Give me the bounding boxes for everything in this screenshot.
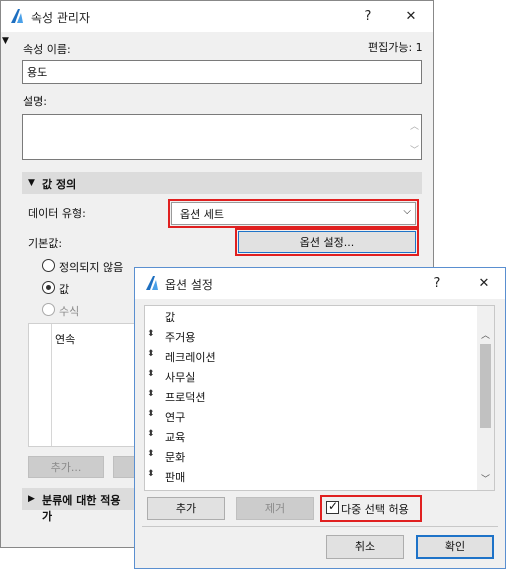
archicad-icon [9,8,25,24]
default-value-list[interactable]: 연속 [28,323,138,447]
item-label: 연구 [165,411,186,424]
list-item[interactable]: 연속 [55,331,75,347]
item-label: 문화 [165,451,186,464]
column-header: 값 [165,311,176,324]
default-value-label: 기본값: [28,237,63,250]
value-definition-section[interactable]: ▼ 값 정의 [22,172,422,194]
add-button[interactable]: 추가... [28,456,104,478]
drag-handle-icon[interactable]: ⬍ [147,349,155,359]
description-scrollbar[interactable]: ︿ ﹀ [407,115,421,159]
classification-section[interactable]: ▶ 분류에 대한 적용 가 [22,488,134,523]
options-list[interactable]: 값 ⬍ 주거용 ⬍ 레크레이션 ⬍ 사무실 ⬍ 프로덕션 ⬍ 연구 ⬍ 교육 ⬍… [144,305,495,491]
description-input[interactable]: ︿ ﹀ [22,114,422,160]
drag-handle-icon[interactable]: ⬍ [147,409,155,419]
close-button[interactable]: ✕ [472,274,496,294]
divider [142,526,498,527]
collapse-arrow-icon[interactable]: ▼ [2,36,9,46]
section-title: 값 정의 [42,178,77,191]
name-label: 속성 이름: [23,43,71,56]
expand-triangle-icon: ▶ [28,494,35,504]
name-input[interactable]: 용도 [22,60,422,84]
drag-handle-icon[interactable]: ⬍ [147,329,155,339]
collapse-triangle-icon: ▼ [28,178,35,188]
list-scrollbar[interactable]: ︿ ﹀ [477,306,494,490]
item-label: 판매 [165,471,186,484]
list-item[interactable]: ⬍ 교육 [145,426,478,446]
radio-undefined-label: 정의되지 않음 [59,261,124,274]
drag-handle-icon[interactable]: ⬍ [147,369,155,379]
radio-value-label: 값 [59,283,70,296]
help-button[interactable]: ? [425,274,449,294]
radio-undefined[interactable] [42,259,55,272]
item-label: 프로덕션 [165,391,206,404]
item-label: 레크레이션 [165,351,216,364]
scrollbar-thumb[interactable] [480,344,491,428]
radio-formula-label: 수식 [59,305,80,318]
cancel-button[interactable]: 취소 [326,535,404,559]
list-item[interactable]: ⬍ 문화 [145,446,478,466]
option-settings-dialog: 옵션 설정 ? ✕ 값 ⬍ 주거용 ⬍ 레크레이션 ⬍ 사무실 ⬍ 프로덕션 ⬍… [134,267,506,569]
scroll-down-icon[interactable]: ﹀ [477,472,494,485]
item-label: 교육 [165,431,186,444]
help-button[interactable]: ? [356,7,380,27]
editable-count: 편집가능: 1 [368,41,423,54]
close-button[interactable]: ✕ [399,7,423,27]
list-item[interactable]: ⬍ 판매 [145,466,478,486]
scroll-down-icon[interactable]: ﹀ [410,143,419,156]
data-type-select[interactable]: 옵션 세트 ⌵ [171,202,416,225]
data-type-label: 데이터 유형: [28,207,86,220]
drag-handle-icon[interactable]: ⬍ [147,429,155,439]
list-item[interactable]: ⬍ 연구 [145,406,478,426]
multi-select-label: 다중 선택 허용 [341,503,409,516]
list-item[interactable]: ⬍ 주거용 [145,326,478,346]
window-title: 옵션 설정 [165,278,213,292]
multi-select-checkbox[interactable] [326,499,339,514]
drag-handle-icon[interactable]: ⬍ [147,389,155,399]
radio-value[interactable] [42,281,55,294]
drag-handle-icon[interactable]: ⬍ [147,469,155,479]
section-title: 분류에 대한 적용 가 [42,494,121,523]
title-bar: 옵션 설정 ? ✕ [135,268,505,299]
list-header: 값 [145,306,478,326]
list-item[interactable]: ⬍ 사무실 [145,366,478,386]
chevron-down-icon: ⌵ [403,206,411,217]
archicad-icon [144,275,160,291]
drag-handle-icon[interactable]: ⬍ [147,449,155,459]
remove-button[interactable] [113,456,135,478]
item-label: 사무실 [165,371,196,384]
option-settings-button[interactable]: 옵션 설정... [238,231,416,253]
scroll-up-icon[interactable]: ︿ [410,119,419,132]
add-option-button[interactable]: 추가 [147,497,225,520]
title-bar: 속성 관리자 ? ✕ [1,1,433,32]
data-type-value: 옵션 세트 [180,208,224,221]
list-item[interactable]: ⬍ 프로덕션 [145,386,478,406]
item-label: 주거용 [165,331,196,344]
window-title: 속성 관리자 [31,11,91,25]
scroll-up-icon[interactable]: ︿ [477,328,494,341]
column-divider [51,324,52,446]
radio-formula[interactable] [42,303,55,316]
remove-option-button[interactable]: 제거 [236,497,314,520]
list-item[interactable]: ⬍ 레크레이션 [145,346,478,366]
ok-button[interactable]: 확인 [416,535,494,559]
name-input-value: 용도 [27,66,48,79]
description-label: 설명: [23,95,47,108]
